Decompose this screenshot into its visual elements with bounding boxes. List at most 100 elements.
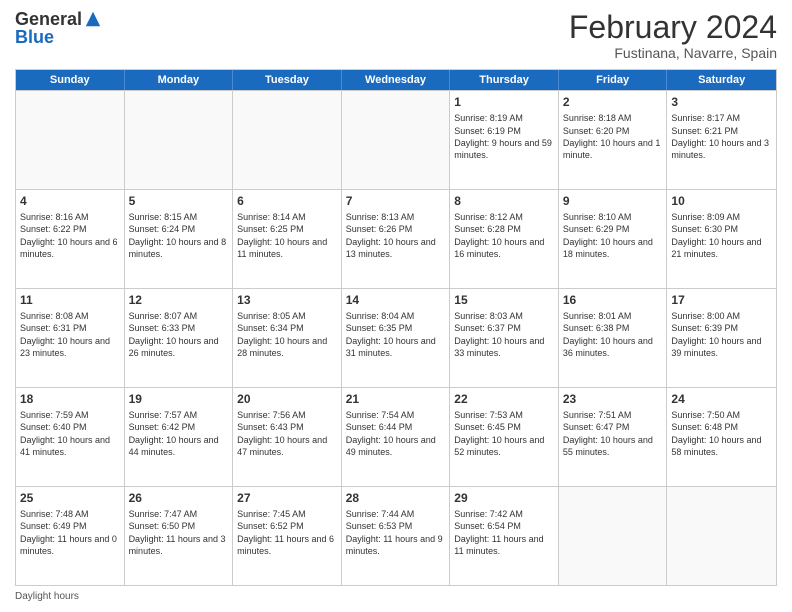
day-info: Daylight: 11 hours and 9 minutes. <box>346 533 446 557</box>
calendar-body: 1Sunrise: 8:19 AMSunset: 6:19 PMDaylight… <box>16 90 776 585</box>
calendar-cell: 5 Sunrise: 8:15 AMSunset: 6:24 PMDaylight… <box>125 190 234 288</box>
day-info: Sunrise: 7:54 AM <box>346 409 446 421</box>
logo-general-text: General <box>15 10 82 28</box>
calendar-cell: 22Sunrise: 7:53 AMSunset: 6:45 PMDayligh… <box>450 388 559 486</box>
calendar-cell: 18Sunrise: 7:59 AMSunset: 6:40 PMDayligh… <box>16 388 125 486</box>
calendar-week-row: 4Sunrise: 8:16 AMSunset: 6:22 PMDaylight… <box>16 189 776 288</box>
calendar-cell <box>16 91 125 189</box>
calendar-week-row: 1Sunrise: 8:19 AMSunset: 6:19 PMDaylight… <box>16 90 776 189</box>
day-info: Sunrise: 8:00 AM <box>671 310 772 322</box>
day-number: 16 <box>563 292 663 308</box>
title-block: February 2024 Fustinana, Navarre, Spain <box>569 10 777 61</box>
day-info: Daylight: 10 hours and 28 minutes. <box>237 335 337 359</box>
day-info: Sunrise: 7:53 AM <box>454 409 554 421</box>
day-info: Daylight: 10 hours and 31 minutes. <box>346 335 446 359</box>
day-info: Sunrise: 8:15 AM <box>129 211 229 223</box>
day-info: Sunset: 6:52 PM <box>237 520 337 532</box>
day-info: Daylight: 11 hours and 6 minutes. <box>237 533 337 557</box>
day-number: 7 <box>346 193 446 209</box>
day-number: 14 <box>346 292 446 308</box>
month-year: February 2024 <box>569 10 777 45</box>
day-info: Daylight: 10 hours and 55 minutes. <box>563 434 663 458</box>
day-info: Daylight: 10 hours and 8 minutes. <box>129 236 229 260</box>
logo-icon <box>84 10 102 28</box>
day-info: Sunset: 6:48 PM <box>671 421 772 433</box>
calendar-cell: 7Sunrise: 8:13 AMSunset: 6:26 PMDaylight… <box>342 190 451 288</box>
day-number: 26 <box>129 490 229 506</box>
day-info: Daylight: 11 hours and 11 minutes. <box>454 533 554 557</box>
calendar-cell: 9Sunrise: 8:10 AMSunset: 6:29 PMDaylight… <box>559 190 668 288</box>
footer-label: Daylight hours <box>15 591 79 602</box>
calendar-cell: 14Sunrise: 8:04 AMSunset: 6:35 PMDayligh… <box>342 289 451 387</box>
day-number: 28 <box>346 490 446 506</box>
day-info: Sunset: 6:34 PM <box>237 322 337 334</box>
day-info: Sunset: 6:24 PM <box>129 223 229 235</box>
calendar-cell: 25Sunrise: 7:48 AMSunset: 6:49 PMDayligh… <box>16 487 125 585</box>
day-info: Daylight: 10 hours and 58 minutes. <box>671 434 772 458</box>
day-info: Sunrise: 8:14 AM <box>237 211 337 223</box>
calendar-cell: 26Sunrise: 7:47 AMSunset: 6:50 PMDayligh… <box>125 487 234 585</box>
day-info: Daylight: 10 hours and 21 minutes. <box>671 236 772 260</box>
day-number: 18 <box>20 391 120 407</box>
day-number: 10 <box>671 193 772 209</box>
calendar-cell <box>342 91 451 189</box>
day-info: Sunrise: 8:05 AM <box>237 310 337 322</box>
day-number: 9 <box>563 193 663 209</box>
day-info: Sunset: 6:38 PM <box>563 322 663 334</box>
day-info: Sunset: 6:37 PM <box>454 322 554 334</box>
day-info: Sunrise: 7:45 AM <box>237 508 337 520</box>
day-number: 5 <box>129 193 229 209</box>
day-info: Sunset: 6:30 PM <box>671 223 772 235</box>
day-info: Sunrise: 8:16 AM <box>20 211 120 223</box>
day-number: 6 <box>237 193 337 209</box>
day-info: Daylight: 11 hours and 0 minutes. <box>20 533 120 557</box>
day-info: Daylight: 10 hours and 16 minutes. <box>454 236 554 260</box>
day-info: Daylight: 10 hours and 49 minutes. <box>346 434 446 458</box>
day-number: 22 <box>454 391 554 407</box>
day-info: Sunset: 6:29 PM <box>563 223 663 235</box>
day-info: Sunset: 6:40 PM <box>20 421 120 433</box>
day-number: 27 <box>237 490 337 506</box>
day-number: 3 <box>671 94 772 110</box>
day-info: Daylight: 9 hours and 59 minutes. <box>454 137 554 161</box>
calendar: SundayMondayTuesdayWednesdayThursdayFrid… <box>15 69 777 586</box>
day-info: Daylight: 10 hours and 47 minutes. <box>237 434 337 458</box>
calendar-cell: 2Sunrise: 8:18 AMSunset: 6:20 PMDaylight… <box>559 91 668 189</box>
day-info: Sunrise: 8:12 AM <box>454 211 554 223</box>
day-info: Sunrise: 8:03 AM <box>454 310 554 322</box>
day-info: Sunset: 6:54 PM <box>454 520 554 532</box>
day-info: Daylight: 10 hours and 44 minutes. <box>129 434 229 458</box>
calendar-header-day: Saturday <box>667 70 776 90</box>
day-number: 13 <box>237 292 337 308</box>
day-info: Sunset: 6:39 PM <box>671 322 772 334</box>
day-info: Sunrise: 8:18 AM <box>563 112 663 124</box>
day-info: Sunrise: 7:56 AM <box>237 409 337 421</box>
day-info: Sunset: 6:49 PM <box>20 520 120 532</box>
day-info: Daylight: 10 hours and 1 minute. <box>563 137 663 161</box>
calendar-cell: 28Sunrise: 7:44 AMSunset: 6:53 PMDayligh… <box>342 487 451 585</box>
calendar-header: SundayMondayTuesdayWednesdayThursdayFrid… <box>16 70 776 90</box>
day-info: Daylight: 10 hours and 23 minutes. <box>20 335 120 359</box>
day-number: 17 <box>671 292 772 308</box>
day-info: Daylight: 10 hours and 13 minutes. <box>346 236 446 260</box>
day-info: Sunset: 6:28 PM <box>454 223 554 235</box>
calendar-header-day: Thursday <box>450 70 559 90</box>
day-info: Sunrise: 7:59 AM <box>20 409 120 421</box>
calendar-cell: 8Sunrise: 8:12 AMSunset: 6:28 PMDaylight… <box>450 190 559 288</box>
day-number: 4 <box>20 193 120 209</box>
calendar-week-row: 18 Sunrise: 7:59 AMSunset: 6:40 PM Dayligh… <box>16 387 776 486</box>
day-number: 12 <box>129 292 229 308</box>
calendar-cell: 19Sunrise: 7:57 AMSunset: 6:42 PMDayligh… <box>125 388 234 486</box>
calendar-week-row: 25Sunrise: 7:48 AMSunset: 6:49 PMDayligh… <box>16 486 776 585</box>
day-number: 24 <box>671 391 772 407</box>
day-info: Sunrise: 7:50 AM <box>671 409 772 421</box>
calendar-cell: 23Sunrise: 7:51 AMSunset: 6:47 PMDayligh… <box>559 388 668 486</box>
calendar-cell: 1Sunrise: 8:19 AMSunset: 6:19 PMDaylight… <box>450 91 559 189</box>
day-number: 29 <box>454 490 554 506</box>
day-number: 1 <box>454 94 554 110</box>
calendar-cell: 20Sunrise: 7:56 AMSunset: 6:43 PMDayligh… <box>233 388 342 486</box>
logo-blue-text: Blue <box>15 28 102 46</box>
page: General Blue February 2024 Fustinana, Na… <box>0 0 792 612</box>
day-info: Daylight: 10 hours and 11 minutes. <box>237 236 337 260</box>
day-number: 21 <box>346 391 446 407</box>
